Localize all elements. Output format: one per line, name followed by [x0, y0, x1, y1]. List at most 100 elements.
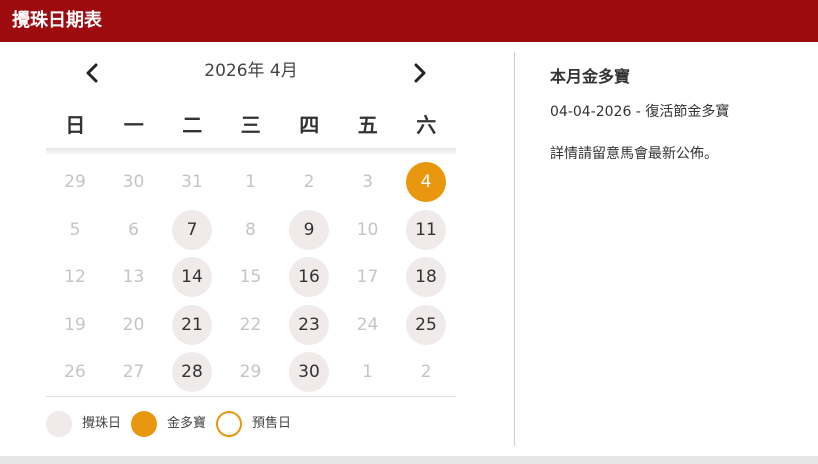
legend-item-presale: 預售日 [216, 411, 291, 437]
day-number: 26 [64, 362, 86, 382]
calendar-day-race[interactable]: 25 [397, 304, 456, 353]
day-number: 3 [362, 172, 373, 192]
legend: 攪珠日 金多寶 預售日 [46, 410, 301, 438]
calendar-day-race[interactable]: 14 [163, 257, 222, 305]
calendar-day-race[interactable]: 23 [280, 304, 339, 353]
calendar-day: 27 [105, 352, 164, 400]
day-number: 18 [406, 257, 446, 297]
legend-label-presale: 預售日 [252, 416, 292, 431]
calendar-day-race[interactable]: 11 [397, 209, 456, 258]
weekday-label: 六 [416, 113, 437, 137]
day-grid: 29 30 31 1 2 3 4 5 6 7 8 9 10 11 12 13 14 15 16 17 18 19 20 21 2… [46, 162, 456, 400]
footer-bar [0, 456, 818, 464]
calendar-day: 24 [339, 305, 398, 353]
day-number: 21 [172, 304, 212, 345]
day-number: 8 [245, 219, 256, 240]
calendar-day-race[interactable]: 18 [397, 257, 456, 305]
legend-item-race: 攪珠日 [46, 411, 121, 437]
calendar-day: 29 [46, 162, 105, 210]
calendar-day: 2 [397, 352, 456, 400]
calendar-day: 19 [46, 305, 105, 353]
chevron-right-icon [414, 63, 426, 83]
presale-swatch [216, 411, 243, 437]
day-number: 13 [122, 267, 145, 287]
calendar-day: 12 [46, 257, 105, 305]
day-number: 1 [245, 172, 256, 192]
next-month-button[interactable] [406, 60, 432, 86]
day-number: 29 [64, 172, 86, 192]
day-number: 19 [64, 314, 86, 335]
calendar-day: 3 [339, 162, 398, 210]
day-number: 22 [239, 314, 262, 335]
day-number: 1 [362, 362, 373, 382]
calendar-day: 15 [222, 257, 281, 305]
day-number: 6 [128, 219, 139, 240]
day-number: 31 [181, 172, 203, 192]
calendar-day: 13 [105, 257, 164, 305]
calendar-week-row: 19 20 21 22 23 24 25 [46, 304, 456, 353]
page-title: 攪珠日期表 [12, 10, 102, 31]
day-number: 5 [69, 219, 81, 240]
weekday-label: 五 [357, 113, 378, 137]
weekday-label: 二 [182, 113, 203, 137]
panel-note: 詳情請留意馬會最新公佈。 [550, 146, 718, 162]
calendar-day: 5 [46, 210, 105, 258]
legend-label-jackpot: 金多寶 [167, 416, 207, 431]
calendar-week-row: 26 27 28 29 30 1 2 [46, 352, 456, 400]
day-number: 9 [289, 209, 329, 250]
day-number: 11 [406, 209, 446, 250]
vertical-divider [514, 52, 515, 446]
calendar-day: 31 [163, 162, 222, 210]
weekday-label: 四 [299, 113, 320, 137]
weekday-header: 日 一 二 三 四 五 六 [46, 110, 456, 140]
calendar-day: 26 [46, 352, 105, 400]
day-number: 2 [420, 362, 432, 382]
calendar-day: 17 [339, 257, 398, 305]
jackpot-event: 04-04-2026 - 復活節金多寶 [550, 104, 730, 120]
weekday-label: 日 [65, 113, 86, 137]
calendar-week-row: 5 6 7 8 9 10 11 [46, 209, 456, 258]
month-label: 2026年 4月 [204, 61, 298, 81]
calendar-day: 20 [105, 305, 164, 353]
header-bar: 攪珠日期表 [0, 0, 818, 42]
day-number: 7 [172, 209, 212, 250]
day-number: 15 [239, 267, 262, 287]
jackpot-info-panel: 本月金多寶 04-04-2026 - 復活節金多寶 詳情請留意馬會最新公佈。 [550, 66, 800, 164]
legend-label-race: 攪珠日 [82, 416, 122, 431]
calendar-day-race[interactable]: 21 [163, 304, 222, 353]
calendar-day-race[interactable]: 9 [280, 209, 339, 258]
day-number: 27 [122, 362, 145, 382]
calendar-day: 1 [222, 162, 281, 210]
calendar-day: 6 [105, 210, 164, 258]
day-number: 14 [172, 257, 212, 297]
day-number: 2 [303, 172, 315, 192]
calendar-day: 2 [280, 162, 339, 210]
calendar-divider [46, 396, 456, 397]
calendar-day: 30 [105, 162, 164, 210]
weekday-label: 一 [123, 113, 144, 137]
panel-title: 本月金多寶 [550, 67, 631, 86]
calendar-day-race[interactable]: 28 [163, 352, 222, 400]
legend-item-jackpot: 金多寶 [131, 411, 206, 437]
calendar-day: 1 [339, 352, 398, 400]
day-number: 23 [289, 304, 329, 345]
calendar-day: 8 [222, 210, 281, 258]
calendar-day-race[interactable]: 7 [163, 209, 222, 258]
calendar-day-race[interactable]: 16 [280, 257, 339, 305]
race-day-swatch [46, 411, 72, 437]
day-number: 16 [289, 257, 329, 297]
jackpot-swatch [131, 411, 158, 437]
calendar-day-race[interactable]: 30 [280, 352, 339, 400]
calendar-day-jackpot[interactable]: 4 [397, 162, 456, 210]
day-number: 4 [406, 162, 446, 202]
day-number: 29 [239, 362, 262, 382]
weekday-divider [46, 148, 456, 154]
day-number: 25 [406, 304, 446, 345]
calendar-week-row: 29 30 31 1 2 3 4 [46, 162, 456, 210]
calendar-day: 22 [222, 305, 281, 353]
weekday-label: 三 [240, 113, 261, 137]
calendar-day: 29 [222, 352, 281, 400]
day-number: 30 [122, 172, 145, 192]
day-number: 24 [356, 314, 379, 335]
day-number: 20 [122, 314, 145, 335]
